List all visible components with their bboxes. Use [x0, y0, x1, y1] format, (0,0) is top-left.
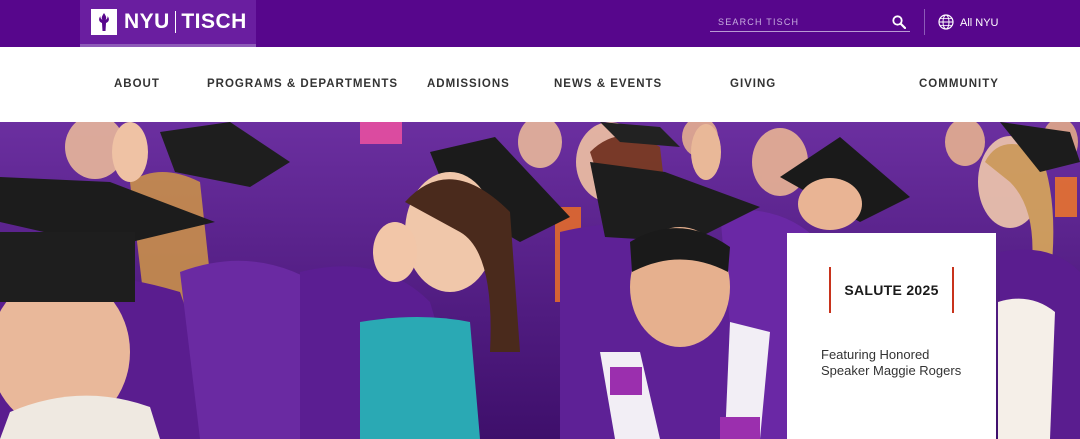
globe-icon — [938, 13, 954, 33]
all-nyu-label: All NYU — [960, 17, 999, 29]
logo-wordmark: NYU TISCH — [124, 10, 247, 34]
nav-item-programs-departments[interactable]: PROGRAMS & DEPARTMENTS — [207, 78, 398, 90]
card-title: SALUTE 2025 — [844, 282, 939, 298]
card-title-frame: SALUTE 2025 — [829, 267, 954, 313]
nav-item-giving[interactable]: GIVING — [730, 78, 776, 90]
search-icon[interactable] — [888, 12, 910, 32]
nav-item-news-events[interactable]: NEWS & EVENTS — [554, 78, 662, 90]
nav-item-admissions[interactable]: ADMISSIONS — [427, 78, 510, 90]
top-bar: NYU TISCH All NYU — [0, 0, 1080, 47]
hero-callout-card[interactable]: SALUTE 2025 Featuring Honored Speaker Ma… — [787, 233, 996, 439]
all-nyu-link[interactable]: All NYU — [938, 13, 999, 33]
torch-icon — [91, 9, 117, 35]
logo-text-nyu: NYU — [124, 10, 170, 33]
nav-item-community[interactable]: COMMUNITY — [919, 78, 999, 90]
nyu-tisch-logo[interactable]: NYU TISCH — [80, 0, 256, 47]
search-bar — [710, 12, 910, 32]
hero-banner[interactable]: SALUTE 2025 Featuring Honored Speaker Ma… — [0, 122, 1080, 439]
nav-item-about[interactable]: ABOUT — [114, 78, 160, 90]
main-nav: ABOUT PROGRAMS & DEPARTMENTS ADMISSIONS … — [0, 47, 1080, 122]
search-input[interactable] — [710, 12, 888, 31]
header-divider — [924, 9, 925, 35]
logo-divider — [174, 11, 177, 33]
logo-text-tisch: TISCH — [181, 10, 247, 33]
card-description: Featuring Honored Speaker Maggie Rogers — [821, 347, 962, 378]
